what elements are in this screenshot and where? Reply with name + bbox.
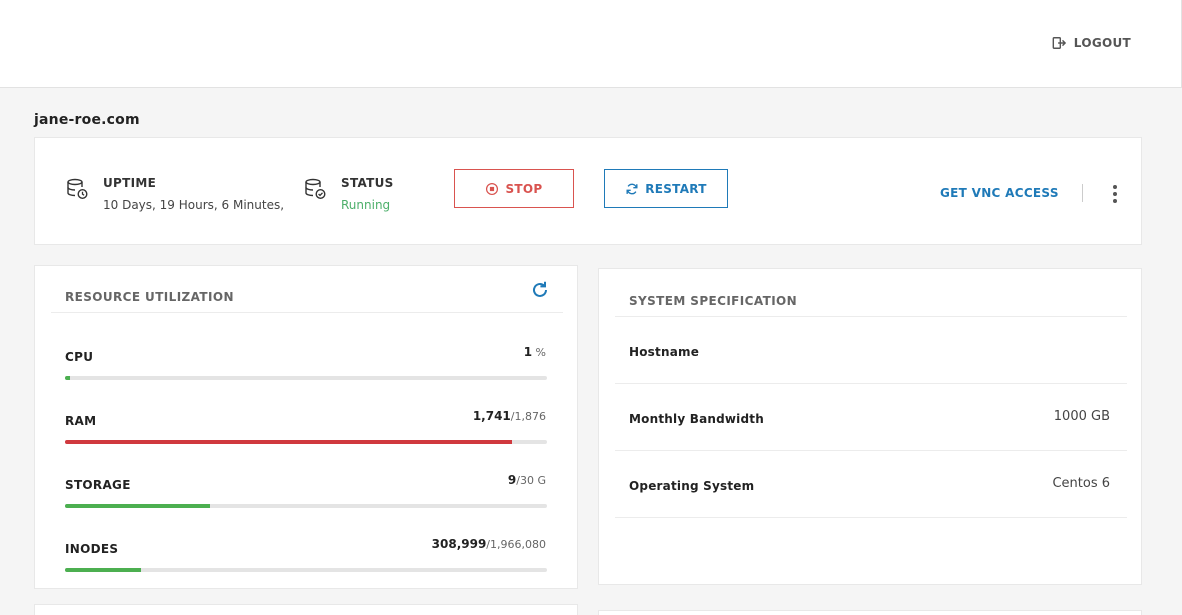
stop-button[interactable]: STOP bbox=[454, 169, 574, 208]
status-value: Running bbox=[341, 198, 391, 212]
progress-track bbox=[65, 568, 547, 572]
logout-label: LOGOUT bbox=[1073, 36, 1131, 50]
top-bar: LOGOUT bbox=[0, 0, 1182, 88]
progress-track bbox=[65, 376, 547, 380]
progress-fill bbox=[65, 568, 141, 572]
metric-total: /1,876 bbox=[510, 410, 546, 423]
uptime-block: UPTIME 10 Days, 19 Hours, 6 Minutes, bbox=[65, 176, 284, 212]
progress-fill bbox=[65, 376, 70, 380]
vnc-access-link[interactable]: GET VNC ACCESS bbox=[940, 186, 1059, 200]
progress-fill bbox=[65, 504, 210, 508]
card-stub bbox=[34, 604, 578, 615]
progress-fill bbox=[65, 440, 513, 444]
metric-value: 308,999/1,966,080 bbox=[432, 537, 546, 551]
logout-button[interactable]: LOGOUT bbox=[1052, 36, 1131, 50]
restart-icon bbox=[626, 183, 638, 194]
metric-total: /30 G bbox=[516, 474, 546, 487]
metric-unit: % bbox=[532, 346, 546, 359]
divider bbox=[1082, 184, 1083, 202]
metric-value: 1,741/1,876 bbox=[473, 409, 546, 423]
restart-label: RESTART bbox=[645, 181, 707, 196]
database-clock-icon bbox=[65, 178, 88, 200]
metric-used: 308,999 bbox=[431, 537, 487, 551]
stop-label: STOP bbox=[505, 181, 543, 196]
metric-name: CPU bbox=[65, 350, 94, 364]
more-options-icon[interactable] bbox=[1107, 182, 1123, 206]
page-title: jane-roe.com bbox=[34, 112, 140, 128]
metric-name: STORAGE bbox=[65, 478, 131, 492]
spec-label-bandwidth: Monthly Bandwidth bbox=[629, 412, 764, 426]
metric-name: INODES bbox=[65, 542, 119, 556]
logout-icon bbox=[1052, 37, 1066, 49]
database-check-icon bbox=[305, 178, 326, 200]
metric-used: 9 bbox=[507, 473, 517, 487]
metric-name: RAM bbox=[65, 414, 97, 428]
metric-total: /1,966,080 bbox=[486, 538, 546, 551]
status-block: STATUS Running bbox=[303, 176, 394, 212]
stop-icon bbox=[486, 182, 499, 195]
spec-value-os: Centos 6 bbox=[1052, 476, 1110, 491]
spec-title: SYSTEM SPECIFICATION bbox=[629, 294, 798, 308]
resource-utilization-card: RESOURCE UTILIZATION CPU 1 % RAM 1,741/1… bbox=[34, 265, 578, 589]
spec-label-os: Operating System bbox=[629, 479, 755, 493]
system-specification-card: SYSTEM SPECIFICATION Hostname Monthly Ba… bbox=[598, 268, 1142, 585]
spec-value-bandwidth: 1000 GB bbox=[1053, 409, 1110, 424]
spec-label-hostname: Hostname bbox=[629, 345, 700, 359]
uptime-value: 10 Days, 19 Hours, 6 Minutes, bbox=[103, 198, 285, 212]
resource-divider bbox=[51, 312, 563, 313]
metric-used: 1,741 bbox=[472, 409, 511, 423]
progress-track bbox=[65, 504, 547, 508]
status-label: STATUS bbox=[341, 176, 394, 190]
server-status-card: UPTIME 10 Days, 19 Hours, 6 Minutes, STA… bbox=[34, 137, 1142, 245]
spec-divider bbox=[615, 316, 1127, 317]
metric-value: 9/30 G bbox=[508, 473, 546, 487]
spec-divider bbox=[615, 383, 1127, 384]
progress-track bbox=[65, 440, 547, 444]
metric-used: 1 bbox=[523, 345, 533, 359]
uptime-label: UPTIME bbox=[103, 176, 157, 190]
restart-button[interactable]: RESTART bbox=[604, 169, 728, 208]
spec-divider bbox=[615, 517, 1127, 518]
refresh-icon[interactable] bbox=[530, 280, 550, 300]
resource-title: RESOURCE UTILIZATION bbox=[65, 290, 234, 304]
spec-divider bbox=[615, 450, 1127, 451]
metric-value: 1 % bbox=[524, 345, 546, 359]
card-stub bbox=[598, 610, 1142, 615]
